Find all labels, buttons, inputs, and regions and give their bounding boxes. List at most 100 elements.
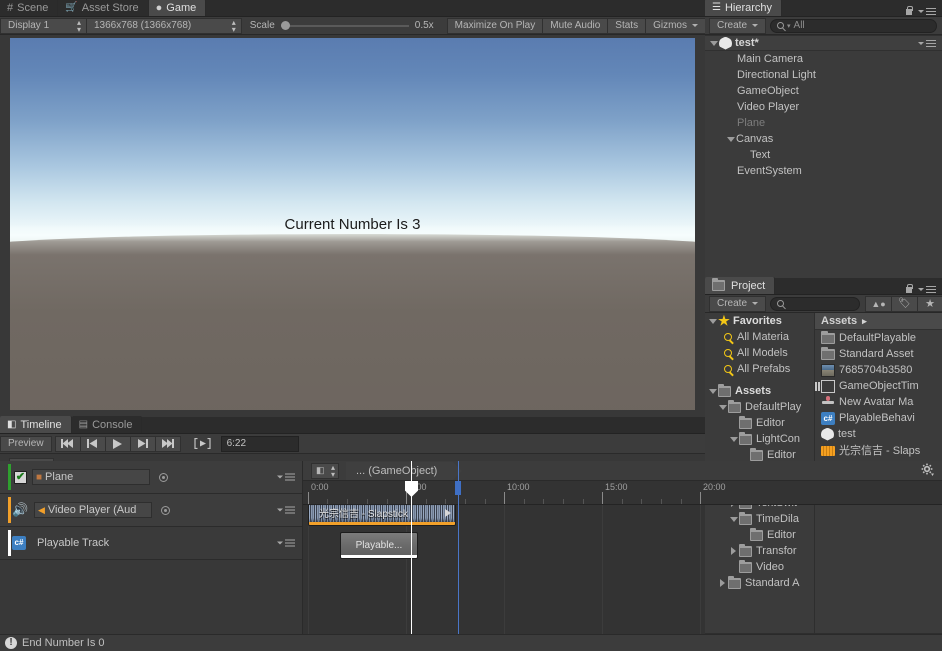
status-bar[interactable]: ! End Number Is 0 <box>0 634 942 651</box>
project-create-button[interactable]: Create <box>709 295 767 312</box>
timeline-mode-dropdown[interactable]: ◧ ▴ ▾ <box>311 462 339 479</box>
track-header-plane[interactable]: ✔ ■ Plane <box>0 461 302 494</box>
project-menu-icon[interactable] <box>918 285 936 293</box>
sidebar-item-canvas[interactable]: Canvas <box>705 131 942 147</box>
breadcrumb[interactable]: ... (GameObject) <box>346 461 463 480</box>
project-tree-transform[interactable]: Transfor <box>705 543 814 559</box>
project-tree-lightcontrol[interactable]: LightCon <box>705 431 814 447</box>
chevron-down-icon[interactable] <box>725 136 736 142</box>
project-tree-video[interactable]: Video <box>705 559 814 575</box>
project-tree-all-materials[interactable]: All Materia <box>705 329 814 345</box>
track-menu-icon[interactable] <box>277 539 295 547</box>
track-menu-icon[interactable] <box>277 473 295 481</box>
project-tree-editor-3[interactable]: Editor <box>705 527 814 543</box>
chevron-down-icon[interactable] <box>717 404 728 410</box>
sidebar-item-text[interactable]: Text <box>705 147 942 163</box>
asset-item-playablebehaviour[interactable]: c# PlayableBehavi <box>815 410 942 426</box>
play-range-button[interactable] <box>190 436 216 452</box>
next-frame-button[interactable] <box>129 435 156 452</box>
asset-item-test-scene[interactable]: test <box>815 426 942 442</box>
record-button[interactable] <box>161 505 170 515</box>
hierarchy-menu-icon[interactable] <box>918 7 936 15</box>
display-dropdown[interactable]: Display 1 ▴ ▾ <box>0 17 87 34</box>
chevron-down-icon[interactable] <box>707 388 718 394</box>
track-name-field[interactable]: Playable Track <box>34 535 109 551</box>
game-render-canvas[interactable]: Current Number Is 3 <box>10 38 695 410</box>
track-header-playable[interactable]: c# Playable Track <box>0 527 302 560</box>
asset-item-standard-assets[interactable]: Standard Asset <box>815 346 942 362</box>
play-button[interactable] <box>104 435 131 452</box>
chevron-down-icon[interactable] <box>728 436 739 442</box>
chevron-down-icon[interactable] <box>708 40 719 46</box>
sidebar-item-main-camera[interactable]: Main Camera <box>705 51 942 67</box>
tab-timeline[interactable]: ◧ Timeline <box>0 416 72 433</box>
tab-project[interactable]: Project <box>705 277 776 294</box>
track-menu-icon[interactable] <box>277 506 295 514</box>
track-name-field[interactable]: ◀ Video Player (Aud <box>34 502 152 518</box>
asset-item-defaultplayables[interactable]: DefaultPlayable <box>815 330 942 346</box>
preview-button[interactable]: Preview <box>0 435 52 452</box>
clip-playable[interactable]: Playable... <box>340 532 418 559</box>
filter-by-label-button[interactable]: 🏷 <box>891 295 919 312</box>
resolution-dropdown[interactable]: 1366x768 (1366x768) ▴ ▾ <box>85 17 242 34</box>
filter-favorites-button[interactable]: ★ <box>917 295 942 312</box>
sidebar-item-eventsystem[interactable]: EventSystem <box>705 163 942 179</box>
chevron-down-icon[interactable] <box>728 516 739 522</box>
hierarchy-create-button[interactable]: Create <box>709 17 767 34</box>
skip-to-end-button[interactable] <box>154 435 181 452</box>
project-search-input[interactable] <box>770 296 861 311</box>
track-enable-checkbox[interactable]: ✔ <box>14 470 27 484</box>
sidebar-item-directional-light[interactable]: Directional Light <box>705 67 942 83</box>
asset-item-new-avatar-mask[interactable]: New Avatar Ma <box>815 394 942 410</box>
project-tree-favorites[interactable]: ★ Favorites <box>705 313 814 329</box>
previous-frame-button[interactable] <box>79 435 106 452</box>
tab-game[interactable]: ● Game <box>148 0 207 16</box>
scale-slider-track[interactable] <box>280 20 409 30</box>
filter-by-type-button[interactable]: ▲● <box>865 295 893 312</box>
project-tree-all-models[interactable]: All Models <box>705 345 814 361</box>
chevron-right-icon[interactable] <box>717 579 728 587</box>
sidebar-item-plane[interactable]: Plane <box>705 115 942 131</box>
tab-hierarchy[interactable]: ☰ Hierarchy <box>705 0 783 16</box>
project-tree-editor[interactable]: Editor <box>705 415 814 431</box>
hierarchy-toolbar: Create ▾ All <box>705 17 942 35</box>
chevron-right-icon[interactable] <box>728 547 739 555</box>
timeline-time-field[interactable]: 6:22 <box>220 435 299 452</box>
record-button[interactable] <box>159 472 168 482</box>
lock-icon[interactable] <box>905 284 913 294</box>
skip-to-start-button[interactable] <box>54 435 81 452</box>
audio-icon <box>821 446 835 456</box>
project-tree-assets[interactable]: Assets <box>705 383 814 399</box>
asset-item-gameobject-timeline[interactable]: GameObjectTim <box>815 378 942 394</box>
gizmos-button[interactable]: Gizmos <box>645 17 706 34</box>
hierarchy-search-input[interactable]: ▾ All <box>770 18 937 33</box>
hierarchy-scene-root[interactable]: test* <box>705 35 942 51</box>
scale-slider-group[interactable]: Scale 0.5x <box>241 18 441 34</box>
ruler-minor-tick <box>661 499 662 504</box>
mute-audio-button[interactable]: Mute Audio <box>542 17 609 34</box>
sidebar-item-video-player[interactable]: Video Player <box>705 99 942 115</box>
project-tree-timedilation[interactable]: TimeDila <box>705 511 814 527</box>
folder-icon <box>728 575 741 589</box>
end-marker-handle[interactable] <box>455 481 461 495</box>
stats-button[interactable]: Stats <box>607 17 647 34</box>
scene-menu-icon[interactable] <box>918 39 936 47</box>
sidebar-item-gameobject[interactable]: GameObject <box>705 83 942 99</box>
asset-item-audio-clip[interactable]: 光宗信吉 - Slaps <box>815 442 942 458</box>
asset-item-video-file[interactable]: 7685704b3580 <box>815 362 942 378</box>
lock-icon[interactable] <box>905 6 913 16</box>
hierarchy-tree[interactable]: test* Main Camera Directional Light Game… <box>705 35 942 278</box>
maximize-on-play-button[interactable]: Maximize On Play <box>446 17 544 34</box>
project-tree-defaultplayables[interactable]: DefaultPlay <box>705 399 814 415</box>
project-tree-all-prefabs[interactable]: All Prefabs <box>705 361 814 377</box>
track-header-video-player-audio[interactable]: 🔊 ◀ Video Player (Aud <box>0 494 302 527</box>
project-tree-standard-assets[interactable]: Standard A <box>705 575 814 591</box>
timeline-ruler[interactable]: 0:00 5:00 10:00 15:00 20:00 <box>303 481 942 505</box>
scale-slider-knob[interactable] <box>280 20 290 30</box>
tab-asset-store[interactable]: 🛒 Asset Store <box>58 0 149 16</box>
tab-console[interactable]: ▤ Console <box>71 416 143 433</box>
track-name-field[interactable]: ■ Plane <box>32 469 150 485</box>
chevron-down-icon[interactable] <box>707 318 718 324</box>
timeline-settings-button[interactable] <box>921 463 942 479</box>
tab-scene[interactable]: # Scene <box>0 0 59 16</box>
